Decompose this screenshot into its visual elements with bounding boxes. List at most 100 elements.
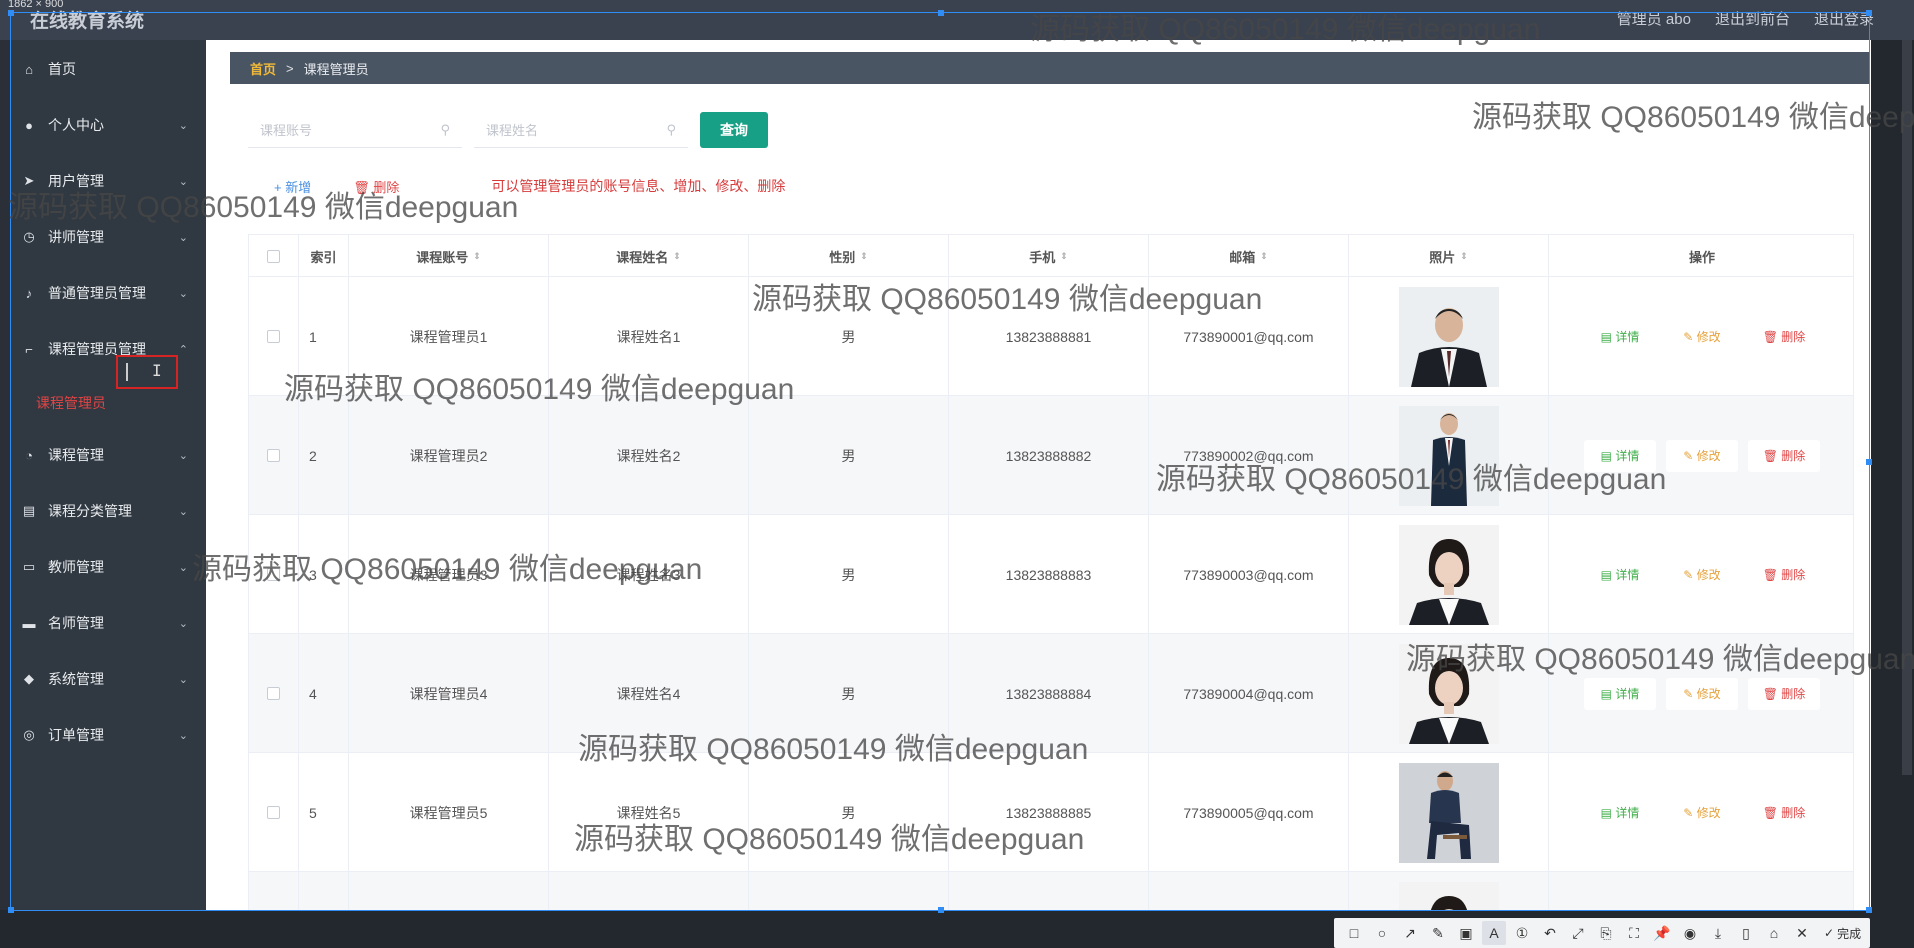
- chevron-down-icon: ⌄: [178, 231, 188, 244]
- name-search-input[interactable]: 课程姓名 ⚲: [474, 112, 688, 148]
- back-to-front-link[interactable]: 退出到前台: [1715, 8, 1790, 29]
- account-search-placeholder: 课程账号: [260, 123, 313, 138]
- account-search-input[interactable]: 课程账号 ⚲: [248, 112, 462, 148]
- cell-name: 课程姓名4: [549, 634, 749, 753]
- row-select-cell[interactable]: [249, 872, 299, 913]
- select-all-checkbox[interactable]: [267, 249, 280, 263]
- sidebar-item-famous-teachers[interactable]: ▬ 名师管理 ⌄: [10, 608, 206, 638]
- capture-tool-button[interactable]: ⎘: [1594, 921, 1618, 945]
- capture-tool-button[interactable]: ⛶: [1622, 921, 1646, 945]
- globe-icon: ◎: [23, 727, 35, 742]
- table-row[interactable]: 1 课程管理员1 课程姓名1 男 13823888881 773890001@q…: [249, 277, 1853, 396]
- capture-done-button[interactable]: ✓ 完成: [1824, 925, 1861, 942]
- edit-button[interactable]: ✎ 修改: [1666, 439, 1738, 472]
- cell-email: 773890006@qq.com: [1149, 872, 1349, 913]
- row-select-cell[interactable]: [249, 634, 299, 753]
- sort-icon[interactable]: ⇕: [1060, 251, 1068, 261]
- edit-button[interactable]: ✎ 修改: [1666, 797, 1738, 829]
- sort-icon[interactable]: ⇕: [1460, 251, 1468, 261]
- table-row[interactable]: 3 课程管理员3 课程姓名3 男 13823888883 773890003@q…: [249, 515, 1853, 634]
- batch-delete-button[interactable]: 🗑 删除: [353, 177, 399, 196]
- delete-button[interactable]: 🗑 删除: [1748, 321, 1820, 353]
- header-select-all[interactable]: [249, 235, 299, 277]
- capture-tool-button[interactable]: ▯: [1734, 921, 1758, 945]
- capture-tool-button[interactable]: ①: [1510, 921, 1534, 945]
- detail-button[interactable]: ▤ 详情: [1584, 321, 1656, 353]
- sort-icon[interactable]: ⇕: [860, 251, 868, 261]
- row-checkbox[interactable]: [267, 687, 280, 700]
- capture-tool-button[interactable]: ◉: [1678, 921, 1702, 945]
- admin-user-link[interactable]: 管理员 abo: [1617, 8, 1691, 29]
- sidebar-item-admins[interactable]: ♪ 普通管理员管理 ⌄: [10, 278, 206, 308]
- delete-button[interactable]: 🗑 删除: [1748, 559, 1820, 591]
- capture-tool-button[interactable]: ⤓: [1706, 921, 1730, 945]
- sidebar-item-categories[interactable]: ▤ 课程分类管理 ⌄: [10, 496, 206, 526]
- header-account[interactable]: 课程账号 ⇕: [349, 235, 549, 277]
- sidebar-item-system[interactable]: ◆ 系统管理 ⌄: [10, 664, 206, 694]
- sidebar-item-lecturers[interactable]: ◷ 讲师管理 ⌄: [10, 222, 206, 252]
- edit-button[interactable]: ✎ 修改: [1666, 677, 1738, 710]
- edit-button[interactable]: ✎ 修改: [1666, 559, 1738, 591]
- row-select-cell[interactable]: [249, 277, 299, 396]
- row-checkbox[interactable]: [267, 330, 280, 343]
- table-row[interactable]: 6 课程管理员6 课程姓名6 男 13823888886 773890006@q…: [249, 872, 1853, 913]
- breadcrumb-separator: >: [286, 60, 294, 76]
- add-button[interactable]: + 新增: [274, 177, 311, 196]
- cell-photo: [1349, 634, 1549, 753]
- row-select-cell[interactable]: [249, 515, 299, 634]
- scrollbar[interactable]: [1902, 40, 1912, 775]
- edit-button[interactable]: ✎ 修改: [1666, 321, 1738, 353]
- capture-tool-button[interactable]: A: [1482, 921, 1506, 945]
- capture-tool-button[interactable]: ▣: [1454, 921, 1478, 945]
- table-row[interactable]: 2 课程管理员2 课程姓名2 男 13823888882 773890002@q…: [249, 396, 1853, 515]
- detail-button[interactable]: ▤ 详情: [1584, 797, 1656, 829]
- delete-button[interactable]: 🗑 删除: [1748, 439, 1820, 472]
- detail-button[interactable]: ▤ 详情: [1584, 559, 1656, 591]
- sidebar-item-teachers[interactable]: ▭ 教师管理 ⌄: [10, 552, 206, 582]
- capture-toolbar: □ ○ ↗ ✎ ▣ A ① ↶ ⤢ ⎘ ⛶ 📌 ◉ ⤓ ▯ ⌂ ✕ ✓ 完成: [1334, 918, 1870, 948]
- chevron-down-icon: ⌄: [178, 729, 188, 742]
- capture-tool-button[interactable]: ⤢: [1566, 921, 1590, 945]
- capture-tool-button[interactable]: ↗: [1398, 921, 1422, 945]
- row-select-cell[interactable]: [249, 753, 299, 872]
- header-gender[interactable]: 性别 ⇕: [749, 235, 949, 277]
- capture-tool-button[interactable]: □: [1342, 921, 1366, 945]
- capture-tool-button[interactable]: ○: [1370, 921, 1394, 945]
- table-row[interactable]: 4 课程管理员4 课程姓名4 男 13823888884 773890004@q…: [249, 634, 1853, 753]
- query-button[interactable]: 查询: [700, 112, 768, 148]
- capture-tool-button[interactable]: 📌: [1650, 921, 1674, 945]
- sidebar-item-orders[interactable]: ◎ 订单管理 ⌄: [10, 720, 206, 750]
- cell-name: 课程姓名6: [549, 872, 749, 913]
- header-name[interactable]: 课程姓名 ⇕: [549, 235, 749, 277]
- table-row[interactable]: 5 课程管理员5 课程姓名5 男 13823888885 773890005@q…: [249, 753, 1853, 872]
- header-photo[interactable]: 照片 ⇕: [1349, 235, 1549, 277]
- sidebar-item-users[interactable]: ➤ 用户管理 ⌄: [10, 166, 206, 196]
- cell-email: 773890001@qq.com: [1149, 277, 1349, 396]
- row-checkbox[interactable]: [267, 449, 280, 462]
- capture-tool-button[interactable]: ✎: [1426, 921, 1450, 945]
- capture-tool-button[interactable]: ↶: [1538, 921, 1562, 945]
- sidebar-item-home[interactable]: ⌂ 首页: [10, 54, 206, 84]
- delete-button[interactable]: 🗑 删除: [1748, 677, 1820, 710]
- breadcrumb-home[interactable]: 首页: [250, 59, 276, 78]
- sidebar-item-profile[interactable]: ● 个人中心 ⌄: [10, 110, 206, 140]
- detail-button[interactable]: ▤ 详情: [1584, 439, 1656, 472]
- row-select-cell[interactable]: [249, 396, 299, 515]
- logout-link[interactable]: 退出登录: [1814, 8, 1874, 29]
- sort-icon[interactable]: ⇕: [473, 251, 481, 261]
- row-checkbox[interactable]: [267, 806, 280, 819]
- capture-tool-button[interactable]: ⌂: [1762, 921, 1786, 945]
- header-email[interactable]: 邮箱 ⇕: [1149, 235, 1349, 277]
- sidebar-subitem-course-admin[interactable]: 课程管理员: [36, 393, 106, 413]
- header-phone[interactable]: 手机 ⇕: [949, 235, 1149, 277]
- sidebar-item-courses[interactable]: ◔ 课程管理 ⌄: [10, 440, 206, 470]
- detail-button[interactable]: ▤ 详情: [1584, 677, 1656, 710]
- sort-icon[interactable]: ⇕: [1260, 251, 1268, 261]
- cell-phone: 13823888883: [949, 515, 1149, 634]
- sort-icon[interactable]: ⇕: [673, 251, 681, 261]
- delete-button[interactable]: 🗑 删除: [1748, 797, 1820, 829]
- capture-tool-button[interactable]: ✕: [1790, 921, 1814, 945]
- chevron-down-icon: ⌄: [178, 175, 188, 188]
- row-checkbox[interactable]: [267, 568, 280, 581]
- cell-name: 课程姓名3: [549, 515, 749, 634]
